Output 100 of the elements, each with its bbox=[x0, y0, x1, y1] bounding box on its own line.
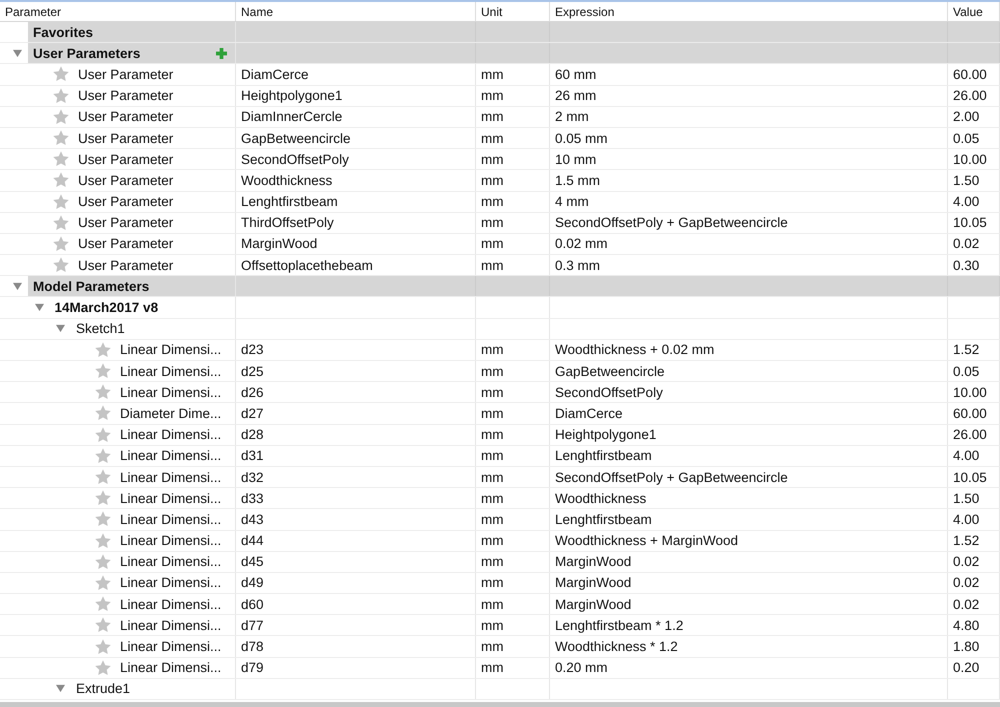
star-icon[interactable] bbox=[94, 446, 112, 465]
star-icon[interactable] bbox=[94, 595, 112, 614]
unit-text: mm bbox=[481, 533, 504, 548]
unit-text: mm bbox=[481, 427, 504, 442]
value-text: 10.00 bbox=[953, 384, 987, 400]
expand-triangle-icon[interactable] bbox=[13, 282, 22, 291]
parameter-type: Linear Dimensi... bbox=[120, 575, 222, 590]
expression-text: 10 mm bbox=[555, 152, 596, 167]
value-text: 0.20 bbox=[953, 660, 980, 676]
parameter-type: User Parameter bbox=[78, 109, 174, 124]
expression-text: 60 mm bbox=[555, 66, 596, 82]
parameter-type: User Parameter bbox=[78, 236, 174, 252]
star-icon[interactable] bbox=[94, 574, 112, 592]
parameter-type: Linear Dimensi... bbox=[120, 596, 222, 612]
value-text: 4.00 bbox=[953, 512, 980, 527]
star-icon[interactable] bbox=[94, 510, 112, 528]
star-icon[interactable] bbox=[94, 468, 112, 486]
column-header[interactable]: Parameter bbox=[5, 4, 62, 18]
star-icon[interactable] bbox=[52, 234, 70, 253]
star-icon[interactable] bbox=[52, 256, 70, 274]
star-icon[interactable] bbox=[94, 340, 112, 359]
star-icon[interactable] bbox=[52, 108, 70, 126]
value-text: 0.02 bbox=[953, 554, 980, 570]
expression-text: 0.20 mm bbox=[555, 660, 608, 676]
value-text: 0.02 bbox=[953, 596, 980, 612]
add-icon[interactable] bbox=[216, 48, 227, 59]
parameter-type: Linear Dimensi... bbox=[120, 639, 222, 654]
value-text: 0.30 bbox=[953, 258, 980, 273]
expression-text: MarginWood bbox=[555, 596, 632, 612]
value-text: 4.00 bbox=[953, 448, 980, 464]
parameter-name: ThirdOffsetPoly bbox=[241, 215, 334, 230]
expression-text: Woodthickness + 0.02 mm bbox=[555, 342, 714, 358]
section-heading[interactable]: User Parameters bbox=[33, 46, 140, 61]
parameter-name: d44 bbox=[241, 533, 264, 548]
star-icon[interactable] bbox=[52, 86, 70, 105]
expression-text: Lenghtfirstbeam * 1.2 bbox=[555, 618, 684, 633]
expression-text: MarginWood bbox=[555, 575, 632, 590]
value-text: 4.80 bbox=[953, 618, 980, 633]
parameter-name: MarginWood bbox=[241, 236, 318, 252]
column-header[interactable]: Name bbox=[241, 4, 274, 18]
value-text: 1.80 bbox=[953, 639, 980, 654]
expand-triangle-icon[interactable] bbox=[34, 303, 44, 312]
value-text: 0.05 bbox=[953, 130, 980, 146]
star-icon[interactable] bbox=[94, 532, 112, 550]
star-icon[interactable] bbox=[94, 658, 112, 677]
parameter-type: User Parameter bbox=[78, 215, 174, 230]
star-icon[interactable] bbox=[94, 383, 112, 402]
value-text: 0.05 bbox=[953, 364, 980, 379]
star-icon[interactable] bbox=[52, 192, 70, 211]
parameter-type: Linear Dimensi... bbox=[120, 448, 222, 464]
star-icon[interactable] bbox=[52, 150, 70, 168]
parameter-type: Linear Dimensi... bbox=[120, 512, 222, 527]
expression-text: SecondOffsetPoly + GapBetweencircle bbox=[555, 215, 788, 230]
star-icon[interactable] bbox=[94, 638, 112, 656]
feature-label[interactable]: Sketch1 bbox=[76, 321, 125, 336]
parameter-name: d32 bbox=[241, 470, 264, 485]
column-header[interactable]: Expression bbox=[555, 4, 614, 18]
expression-text: Woodthickness * 1.2 bbox=[555, 639, 678, 654]
unit-text: mm bbox=[481, 660, 504, 676]
star-icon[interactable] bbox=[94, 552, 112, 571]
star-icon[interactable] bbox=[94, 404, 112, 422]
column-header[interactable]: Unit bbox=[481, 4, 502, 18]
star-icon[interactable] bbox=[52, 171, 70, 190]
star-icon[interactable] bbox=[52, 129, 70, 148]
expression-text: MarginWood bbox=[555, 554, 632, 570]
parameter-name: GapBetweencircle bbox=[241, 130, 351, 146]
star-icon[interactable] bbox=[94, 362, 112, 380]
parameter-type: Linear Dimensi... bbox=[120, 427, 222, 442]
expression-text: SecondOffsetPoly bbox=[555, 384, 663, 400]
parameter-type: Linear Dimensi... bbox=[120, 470, 222, 485]
section-heading[interactable]: Favorites bbox=[33, 24, 94, 40]
value-text: 60.00 bbox=[953, 406, 987, 421]
expression-text: 0.3 mm bbox=[555, 258, 600, 273]
parameter-name: d31 bbox=[241, 448, 264, 464]
component-label[interactable]: 14March2017 v8 bbox=[54, 300, 158, 316]
star-icon[interactable] bbox=[94, 616, 112, 634]
unit-text: mm bbox=[481, 512, 504, 527]
star-icon[interactable] bbox=[52, 214, 70, 232]
parameter-name: d77 bbox=[241, 618, 264, 633]
expand-triangle-icon[interactable] bbox=[56, 684, 65, 694]
value-text: 1.52 bbox=[953, 342, 980, 358]
value-text: 10.05 bbox=[953, 215, 987, 230]
value-text: 2.00 bbox=[953, 109, 980, 124]
expression-text: Lenghtfirstbeam bbox=[555, 448, 652, 464]
expand-triangle-icon[interactable] bbox=[13, 48, 22, 58]
expression-text: 0.02 mm bbox=[555, 236, 608, 252]
star-icon[interactable] bbox=[94, 426, 112, 444]
star-icon[interactable] bbox=[52, 65, 70, 84]
section-heading[interactable]: Model Parameters bbox=[33, 278, 150, 294]
unit-text: mm bbox=[481, 215, 504, 230]
column-header[interactable]: Value bbox=[953, 4, 983, 18]
parameter-type: User Parameter bbox=[78, 172, 174, 188]
parameter-type: User Parameter bbox=[78, 152, 174, 167]
value-text: 0.02 bbox=[953, 575, 980, 590]
star-icon[interactable] bbox=[94, 489, 112, 508]
parameter-name: SecondOffsetPoly bbox=[241, 152, 349, 167]
expression-text: 4 mm bbox=[555, 194, 589, 210]
feature-label[interactable]: Extrude1 bbox=[76, 681, 130, 696]
expand-triangle-icon[interactable] bbox=[56, 324, 65, 334]
expression-text: Heightpolygone1 bbox=[555, 427, 656, 442]
